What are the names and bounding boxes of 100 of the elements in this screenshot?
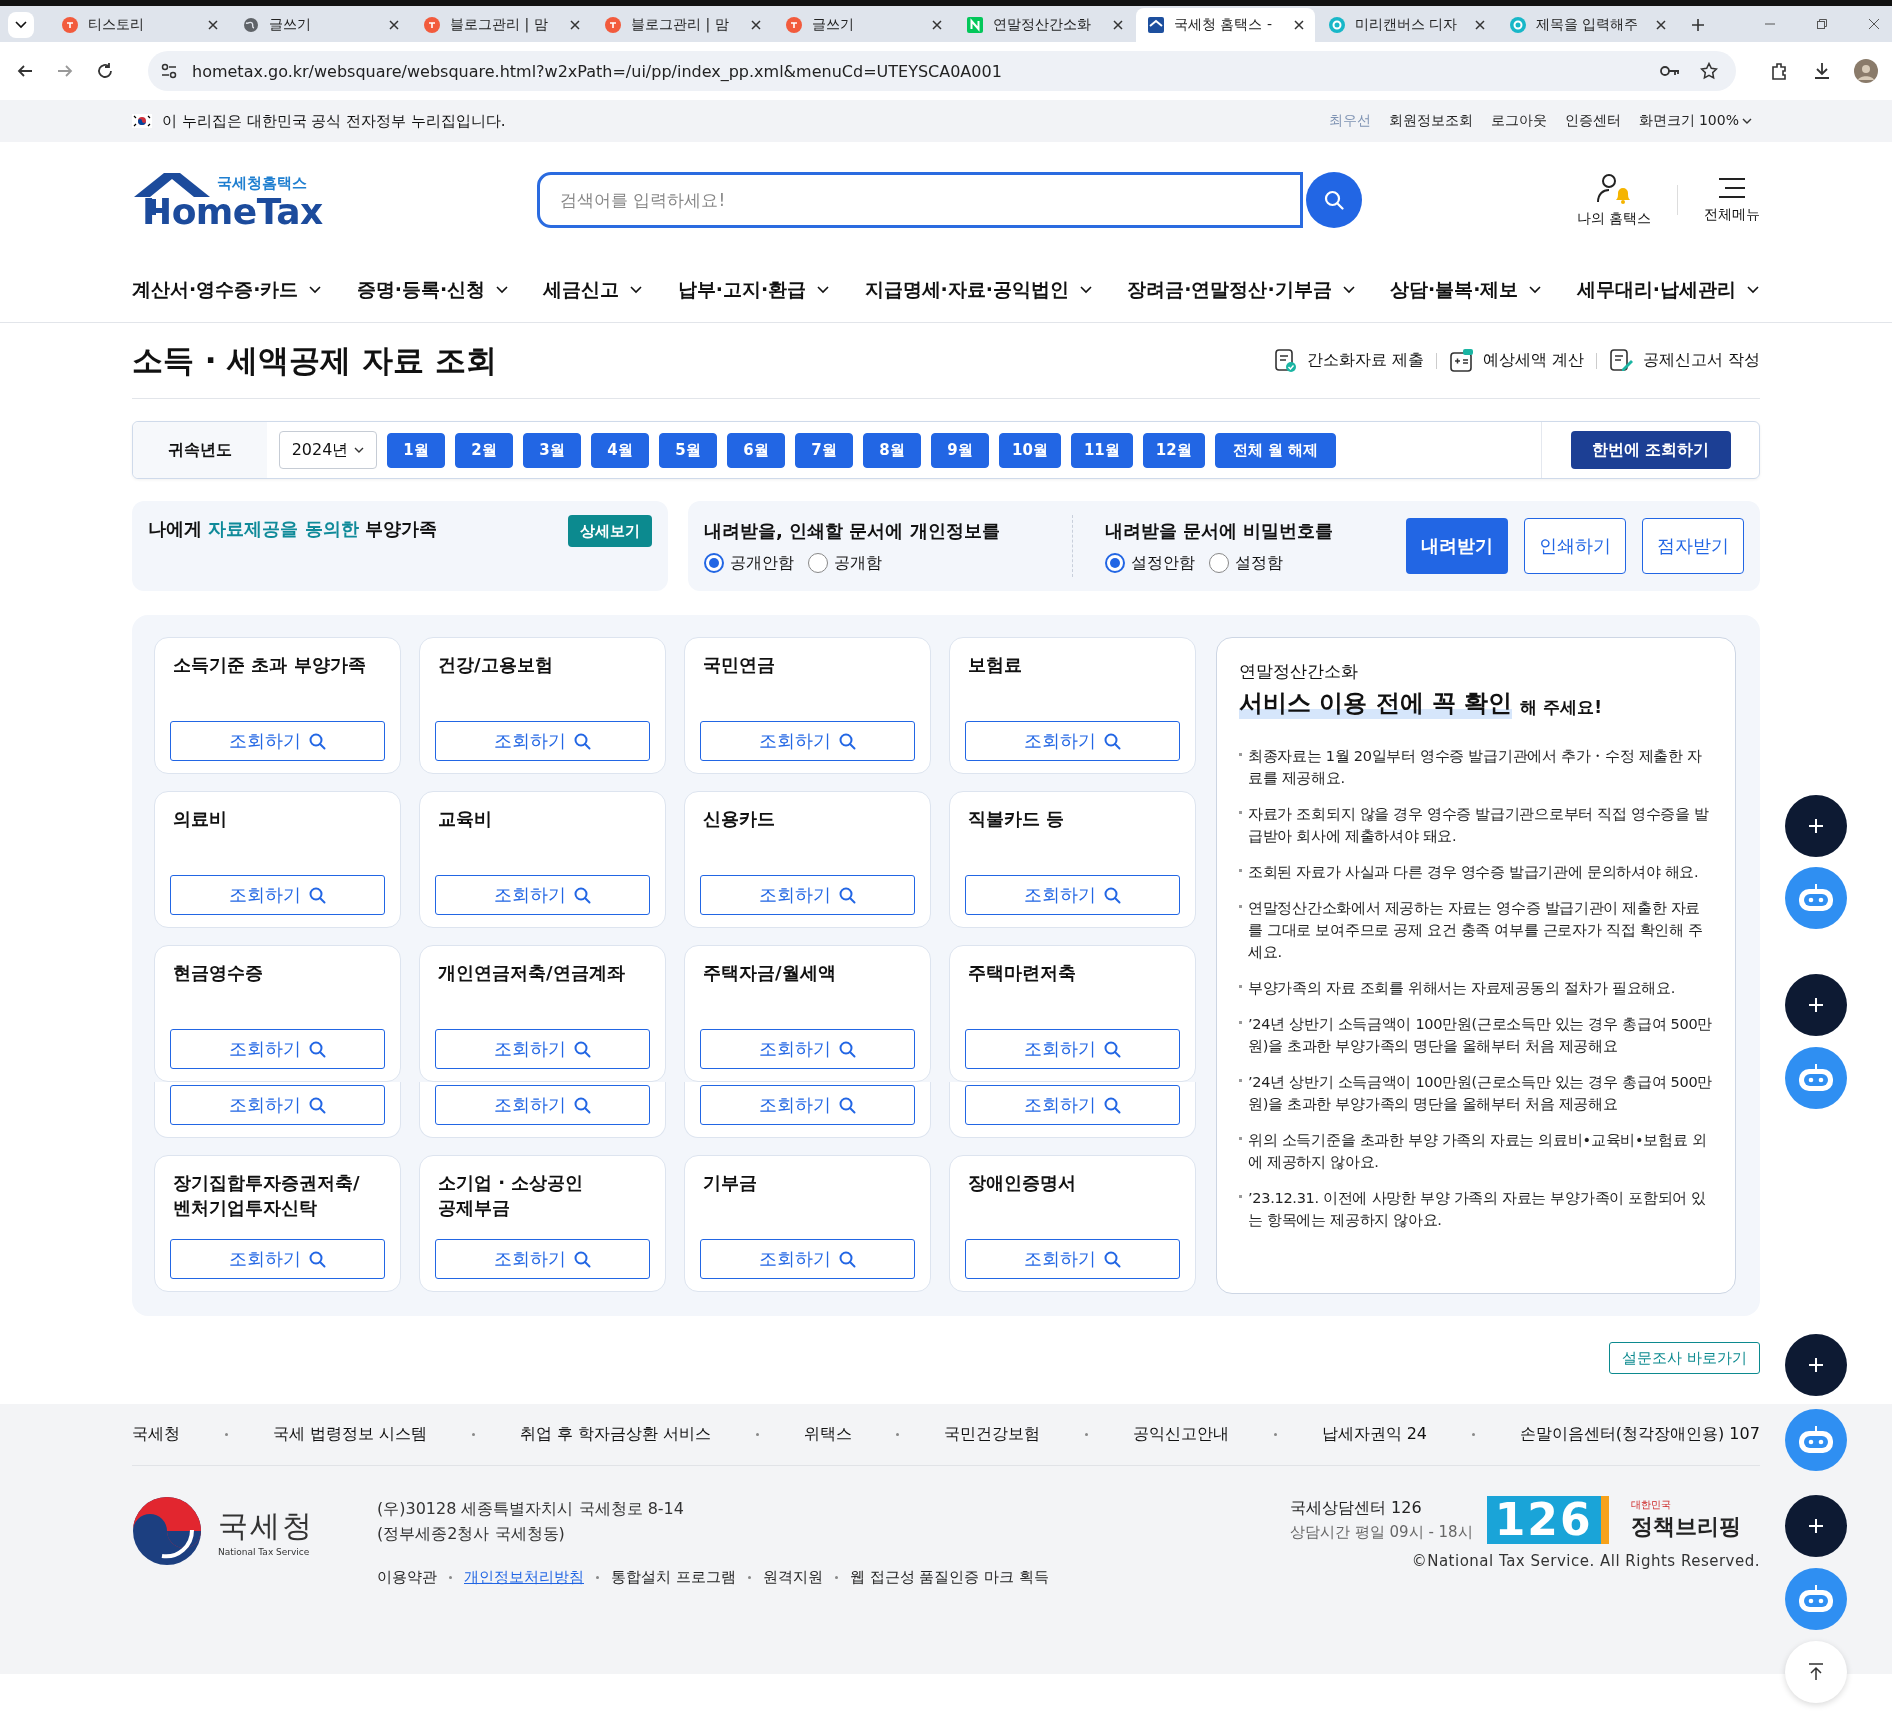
lookup-button[interactable]: 조회하기 bbox=[965, 721, 1180, 761]
utility-link[interactable]: 회원정보조회 bbox=[1388, 112, 1473, 130]
footer-link[interactable]: 손말이음센터(청각장애인용) 107 bbox=[1519, 1424, 1760, 1445]
address-field[interactable]: hometax.go.kr/websquare/websquare.html?w2xPath=/ui/pp/index_pp.xml&menuCd=UTEYSCA0A001 bbox=[148, 51, 1736, 91]
footer-link[interactable]: 국세 법령정보 시스템 bbox=[272, 1424, 427, 1445]
month-button[interactable]: 1월 bbox=[387, 432, 445, 468]
browser-tab[interactable]: 블로그관리 | 맘 bbox=[412, 8, 591, 42]
nav-menu-item[interactable]: 세금신고 bbox=[543, 277, 644, 303]
footer-link[interactable]: 취업 후 학자금상환 서비스 bbox=[519, 1424, 711, 1445]
search-icon bbox=[1104, 1040, 1121, 1058]
lookup-button[interactable]: 조회하기 bbox=[700, 1029, 915, 1069]
lookup-button[interactable]: 조회하기 bbox=[965, 1239, 1180, 1279]
month-button[interactable]: 2월 bbox=[455, 432, 513, 468]
lookup-button[interactable]: 조회하기 bbox=[170, 875, 385, 915]
utility-link[interactable]: 로그아웃 bbox=[1490, 112, 1547, 130]
year-select[interactable]: 2024년 bbox=[279, 431, 377, 469]
footer-link[interactable]: 국민건강보험 bbox=[944, 1424, 1041, 1445]
tab-list-button[interactable] bbox=[8, 12, 34, 38]
action-button[interactable]: 점자받기 bbox=[1642, 518, 1744, 574]
browser-tab[interactable]: 글쓰기 bbox=[774, 8, 953, 42]
quick-link[interactable]: 공제신고서 작성 bbox=[1608, 347, 1760, 374]
lookup-button[interactable]: 조회하기 bbox=[435, 875, 650, 915]
lookup-button[interactable]: 조회하기 bbox=[700, 1085, 915, 1125]
nav-menu-item[interactable]: 지급명세·자료·공익법인 bbox=[864, 277, 1093, 303]
all-menu-button[interactable]: 전체메뉴 bbox=[1704, 176, 1760, 224]
radio-option[interactable]: 공개함 bbox=[808, 552, 882, 574]
plus-icon[interactable] bbox=[1691, 18, 1705, 32]
policy-link[interactable]: 원격지원 bbox=[762, 1568, 823, 1587]
logo[interactable]: 국세청홈택스 HomeTax bbox=[132, 169, 537, 231]
policy-briefing-logo[interactable]: 대한민국 정책브리핑 bbox=[1630, 1498, 1741, 1542]
lookup-button[interactable]: 조회하기 bbox=[700, 1239, 915, 1279]
browser-tab[interactable]: 글쓰기 bbox=[231, 8, 410, 42]
lookup-button[interactable]: 조회하기 bbox=[965, 875, 1180, 915]
month-button[interactable]: 11월 bbox=[1070, 432, 1133, 468]
calculator-icon bbox=[1448, 347, 1475, 374]
nav-menu-item[interactable]: 세무대리·납세관리 bbox=[1576, 277, 1760, 303]
lookup-button[interactable]: 조회하기 bbox=[170, 721, 385, 761]
lookup-button[interactable]: 조회하기 bbox=[435, 1029, 650, 1069]
lookup-button[interactable]: 조회하기 bbox=[170, 1239, 385, 1279]
browser-tab[interactable]: 블로그관리 | 맘 bbox=[593, 8, 772, 42]
month-button[interactable]: 12월 bbox=[1142, 432, 1205, 468]
footer-link[interactable]: 국세청 bbox=[132, 1424, 180, 1445]
nav-menu-item[interactable]: 장려금·연말정산·기부금 bbox=[1127, 277, 1356, 303]
browser-tab[interactable]: 연말정산간소화 bbox=[955, 8, 1134, 42]
lookup-button[interactable]: 조회하기 bbox=[700, 875, 915, 915]
month-button[interactable]: 3월 bbox=[523, 432, 581, 468]
nav-menu-item[interactable]: 증명·등록·신청 bbox=[356, 277, 510, 303]
footer-link[interactable]: 공익신고안내 bbox=[1132, 1424, 1229, 1445]
policy-link[interactable]: 이용약관 bbox=[377, 1568, 437, 1587]
lookup-button[interactable]: 조회하기 bbox=[965, 1085, 1180, 1125]
org-logo[interactable]: 국세청 National Tax Service bbox=[132, 1496, 377, 1566]
browser-tab[interactable]: 티스토리 bbox=[50, 8, 229, 42]
lookup-button[interactable]: 조회하기 bbox=[435, 1085, 650, 1125]
month-button[interactable]: 10월 bbox=[999, 432, 1061, 468]
notice-text: ’24년 상반기 소득금액이 100만원(근로소득만 있는 경우 총급여 500만원)을 초과한 부양가족의 명단을 올해부터 처음 제공해요 bbox=[1248, 1073, 1713, 1114]
search-button[interactable] bbox=[1306, 172, 1362, 228]
month-button[interactable]: 7월 bbox=[795, 432, 853, 468]
utility-link[interactable]: 화면크기 100% bbox=[1638, 112, 1752, 130]
lookup-button[interactable]: 조회하기 bbox=[435, 721, 650, 761]
search-field[interactable]: 검색어를 입력하세요! bbox=[537, 172, 1303, 228]
radio-option[interactable]: 설정함 bbox=[1208, 552, 1283, 574]
browser-tab[interactable]: 제목을 입력해주 bbox=[1498, 8, 1677, 42]
utility-link[interactable]: 인증센터 bbox=[1564, 112, 1621, 130]
nav-menu-item[interactable]: 계산서·영수증·카드 bbox=[132, 277, 323, 303]
lookup-button[interactable]: 조회하기 bbox=[435, 1239, 650, 1279]
radio-button[interactable] bbox=[704, 553, 724, 573]
lookup-button[interactable]: 조회하기 bbox=[170, 1085, 385, 1125]
footer-link[interactable]: 위택스 bbox=[803, 1424, 852, 1445]
details-button[interactable]: 상세보기 bbox=[568, 515, 652, 547]
radio-option[interactable]: 설정안함 bbox=[1104, 552, 1195, 574]
radio-button[interactable] bbox=[808, 553, 828, 573]
action-button[interactable]: 내려받기 bbox=[1406, 518, 1508, 574]
survey-link-button[interactable]: 설문조사 바로가기 bbox=[1609, 1342, 1760, 1374]
radio-button[interactable] bbox=[1104, 553, 1125, 573]
lookup-button[interactable]: 조회하기 bbox=[965, 1029, 1180, 1069]
nav-menu-item[interactable]: 상담·불복·제보 bbox=[1389, 277, 1543, 303]
month-button[interactable]: 9월 bbox=[931, 432, 989, 468]
quick-link[interactable]: 간소화자료 제출 bbox=[1272, 347, 1424, 374]
bullet-mark bbox=[1239, 905, 1242, 908]
clear-months-button[interactable]: 전체 월 해제 bbox=[1214, 432, 1337, 468]
policy-link[interactable]: 개인정보처리방침 bbox=[464, 1568, 584, 1587]
my-hometax-button[interactable]: 나의 홈택스 bbox=[1576, 172, 1651, 228]
radio-option[interactable]: 공개안함 bbox=[704, 552, 794, 574]
radio-button[interactable] bbox=[1208, 553, 1229, 573]
browser-tab[interactable]: 국세청 홈택스 - bbox=[1136, 8, 1315, 42]
month-button[interactable]: 8월 bbox=[863, 432, 921, 468]
org-name-english: National Tax Service bbox=[218, 1546, 311, 1557]
month-button[interactable]: 5월 bbox=[659, 432, 717, 468]
lookup-button[interactable]: 조회하기 bbox=[170, 1029, 385, 1069]
browser-tab[interactable]: 미리캔버스 디자 bbox=[1317, 8, 1496, 42]
action-button[interactable]: 인쇄하기 bbox=[1524, 518, 1626, 574]
lookup-button[interactable]: 조회하기 bbox=[700, 721, 915, 761]
month-button[interactable]: 4월 bbox=[591, 432, 649, 468]
policy-link[interactable]: 웹 접근성 품질인증 마크 획득 bbox=[849, 1568, 1049, 1587]
search-all-button[interactable]: 한번에 조회하기 bbox=[1570, 431, 1731, 469]
quick-link[interactable]: 예상세액 계산 bbox=[1448, 347, 1584, 374]
nav-menu-item[interactable]: 납부·고지·환급 bbox=[677, 277, 831, 303]
policy-link[interactable]: 통합설치 프로그램 bbox=[611, 1568, 736, 1587]
month-button[interactable]: 6월 bbox=[727, 432, 785, 468]
footer-link[interactable]: 납세자권익 24 bbox=[1321, 1424, 1427, 1445]
